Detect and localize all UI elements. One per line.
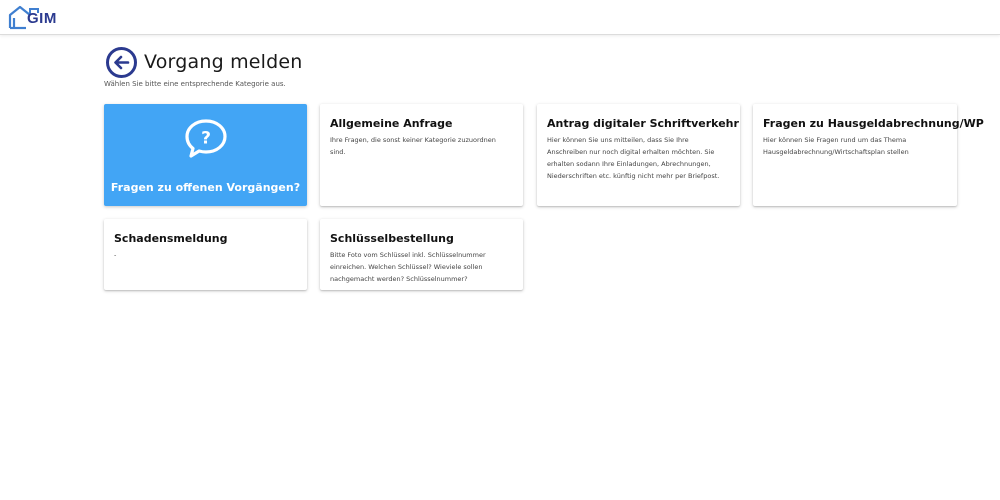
card-description: Hier können Sie Fragen rund um das Thema… [763, 136, 909, 156]
card-house-money-statement[interactable]: Fragen zu Hausgeldabrechnung/WP Hier kön… [753, 104, 984, 206]
card-title: Allgemeine Anfrage [330, 117, 453, 130]
top-bar: GIM [0, 0, 1000, 35]
card-general-inquiry[interactable]: Allgemeine Anfrage Ihre Fragen, die sons… [320, 104, 523, 206]
card-description: - [114, 251, 117, 259]
card-title: Schlüsselbestellung [330, 232, 454, 245]
card-title: Fragen zu Hausgeldabrechnung/WP [763, 117, 984, 130]
card-digital-correspondence[interactable]: Antrag digitaler Schriftverkehr Hier kön… [537, 104, 740, 206]
card-description: Hier können Sie uns mitteilen, dass Sie … [547, 136, 720, 180]
card-title: Antrag digitaler Schriftverkehr [547, 117, 739, 130]
page-subtitle: Wählen Sie bitte eine entsprechende Kate… [104, 80, 286, 88]
card-description: Ihre Fragen, die sonst keiner Kategorie … [330, 136, 496, 156]
logo-text: GIM [27, 10, 57, 27]
page-header: Vorgang melden [106, 46, 303, 78]
arrow-left-icon [114, 55, 130, 69]
card-key-order[interactable]: Schlüsselbestellung Bitte Foto vom Schlü… [320, 219, 523, 290]
open-issues-label: Fragen zu offenen Vorgängen? [110, 181, 301, 194]
back-button[interactable] [106, 46, 137, 78]
card-description: Bitte Foto vom Schlüssel inkl. Schlüssel… [330, 251, 486, 283]
svg-text:?: ? [201, 129, 211, 149]
card-title: Schadensmeldung [114, 232, 228, 245]
card-damage-report[interactable]: Schadensmeldung - [104, 219, 307, 290]
question-bubble-icon: ? [185, 119, 227, 158]
page-title: Vorgang melden [144, 51, 303, 73]
open-issues-card[interactable]: ? Fragen zu offenen Vorgängen? [104, 104, 307, 206]
